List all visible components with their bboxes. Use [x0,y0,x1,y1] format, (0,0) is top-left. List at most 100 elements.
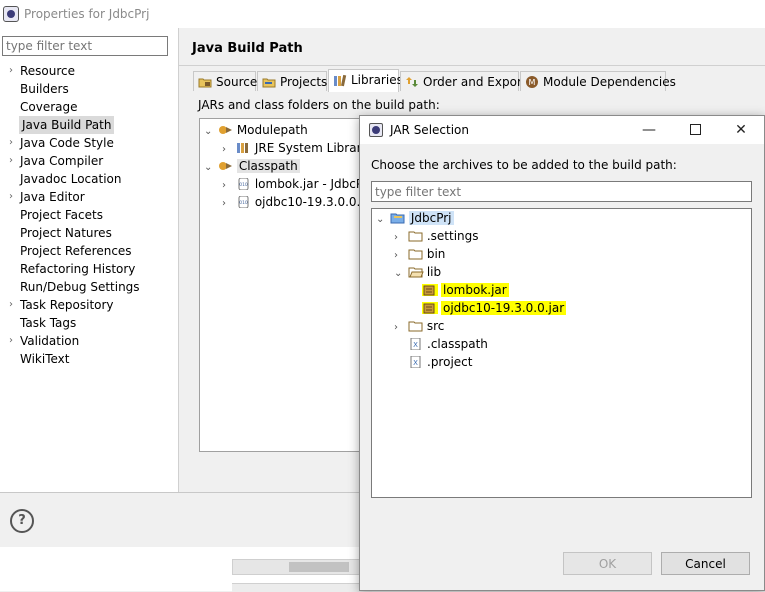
projects-icon [262,78,276,88]
settings-label: .settings [426,229,479,243]
chevron-right-icon[interactable]: › [394,319,404,337]
tree-node-jre[interactable]: › JRE System Library [222,139,369,157]
chevron-down-icon[interactable]: ⌄ [376,211,386,229]
lombok-jar-label: lombok.jar [441,283,509,297]
tree-node-lombok[interactable]: › 010 lombok.jar - JdbcPr [222,175,368,193]
folder-open-icon [408,267,424,278]
tab-source-label: Source [216,75,258,89]
svg-text:X: X [413,341,418,349]
help-icon[interactable]: ? [10,509,34,533]
order-export-icon [406,77,418,87]
nav-item-coverage[interactable]: Coverage [20,98,78,116]
minimize-button[interactable]: — [626,116,672,144]
eclipse-app-icon [3,6,19,22]
title-separator [179,65,765,66]
tree-node-classpath-file[interactable]: X .classpath [408,335,488,353]
nav-item-java-compiler[interactable]: Java Compiler [20,152,103,170]
project-label: JdbcPrj [408,211,454,225]
nav-item-java-editor[interactable]: Java Editor [20,188,85,206]
build-path-label: JARs and class folders on the build path… [198,98,440,112]
scrollbar-thumb[interactable] [289,562,349,572]
chevron-down-icon[interactable]: ⌄ [394,265,404,283]
tree-node-src[interactable]: › src [394,317,444,335]
jar-file-icon [422,284,438,296]
svg-text:M: M [529,78,536,87]
properties-title-bar: Properties for JdbcPrj [0,0,765,28]
nav-item-run-debug-settings[interactable]: Run/Debug Settings [20,278,140,296]
chevron-right-icon[interactable]: › [9,152,17,170]
nav-item-validation[interactable]: Validation [20,332,79,350]
tree-node-modulepath[interactable]: ⌄ Modulepath [204,121,308,139]
ok-button[interactable]: OK [563,552,652,575]
source-folder-icon [198,78,212,88]
tree-node-classpath[interactable]: ⌄ Classpath [204,157,300,175]
tab-order-export[interactable]: Order and Export [400,71,527,91]
nav-item-builders[interactable]: Builders [20,80,69,98]
dialog-message: Choose the archives to be added to the b… [371,158,677,172]
chevron-right-icon[interactable]: › [9,188,17,206]
modulepath-label: Modulepath [236,123,308,137]
tab-libraries[interactable]: Libraries [328,69,403,92]
nav-item-task-tags[interactable]: Task Tags [20,314,76,332]
nav-item-javadoc-location[interactable]: Javadoc Location [20,170,121,188]
jre-label: JRE System Library [254,141,369,155]
chevron-right-icon[interactable]: › [9,296,17,314]
xml-file-icon: X [410,356,421,368]
cancel-button[interactable]: Cancel [661,552,750,575]
jar-file-icon [422,302,438,314]
libraries-icon [334,74,347,87]
nav-item-project-natures[interactable]: Project Natures [20,224,112,242]
properties-window-title: Properties for JdbcPrj [24,7,150,21]
nav-item-task-repository[interactable]: Task Repository [20,296,114,314]
tree-node-settings[interactable]: › .settings [394,227,479,245]
tree-node-project[interactable]: ⌄ JdbcPrj [376,209,454,227]
nav-item-java-build-path[interactable]: Java Build Path [19,116,115,134]
dialog-title: JAR Selection [390,123,469,137]
folder-icon [408,249,423,260]
tree-node-ojdbc-jar[interactable]: ojdbc10-19.3.0.0.jar [422,299,567,317]
ojdbc-jar-label: ojdbc10-19.3.0.0.jar [441,301,567,315]
close-button[interactable]: ✕ [718,116,764,144]
chevron-right-icon[interactable]: › [9,134,17,152]
chevron-right-icon[interactable]: › [222,195,232,213]
tree-node-lombok-jar[interactable]: lombok.jar [422,281,509,299]
archive-tree[interactable]: ⌄ JdbcPrj › .settings › bin ⌄ lib lombok… [371,208,752,498]
nav-item-java-code-style[interactable]: Java Code Style [20,134,114,152]
classpath-icon [218,162,232,170]
build-path-library-tree[interactable]: ⌄ Modulepath › JRE System Library ⌄ Clas… [199,118,373,452]
dialog-filter-input[interactable] [371,181,752,202]
page-title: Java Build Path [192,41,303,56]
tree-node-lib[interactable]: ⌄ lib [394,263,441,281]
tab-module-dependencies[interactable]: M Module Dependencies [520,71,676,91]
jar-icon: 010 [238,178,249,190]
classpath-label: Classpath [236,159,300,173]
tree-node-bin[interactable]: › bin [394,245,445,263]
tab-source[interactable]: Source [193,71,258,91]
chevron-down-icon[interactable]: ⌄ [204,159,214,177]
folder-icon [408,321,423,332]
svg-text:010: 010 [239,200,248,206]
tree-node-project-file[interactable]: X .project [408,353,472,371]
horizontal-scrollbar[interactable] [232,559,374,575]
tab-projects-label: Projects [280,75,328,89]
library-icon [236,143,248,153]
nav-item-wikitext[interactable]: WikiText [20,350,70,368]
nav-item-resource[interactable]: Resource [20,62,75,80]
chevron-right-icon[interactable]: › [9,332,17,350]
maximize-button[interactable] [672,116,718,144]
folder-icon [408,231,423,242]
tab-projects[interactable]: Projects [257,71,327,91]
chevron-right-icon[interactable]: › [9,62,17,80]
src-label: src [426,319,445,333]
tree-node-ojdbc[interactable]: › 010 ojdbc10-19.3.0.0.ja [222,193,371,211]
properties-nav-pane: ›ResourceBuildersCoverageJava Build Path… [0,28,179,492]
nav-item-project-facets[interactable]: Project Facets [20,206,103,224]
chevron-down-icon[interactable]: ⌄ [204,123,214,141]
nav-filter-input[interactable] [2,36,168,56]
maximize-icon [689,124,701,135]
tab-order-export-label: Order and Export [423,75,527,89]
eclipse-app-icon [369,123,383,137]
tab-libraries-label: Libraries [351,73,403,87]
nav-item-refactoring-history[interactable]: Refactoring History [20,260,135,278]
nav-item-project-references[interactable]: Project References [20,242,132,260]
